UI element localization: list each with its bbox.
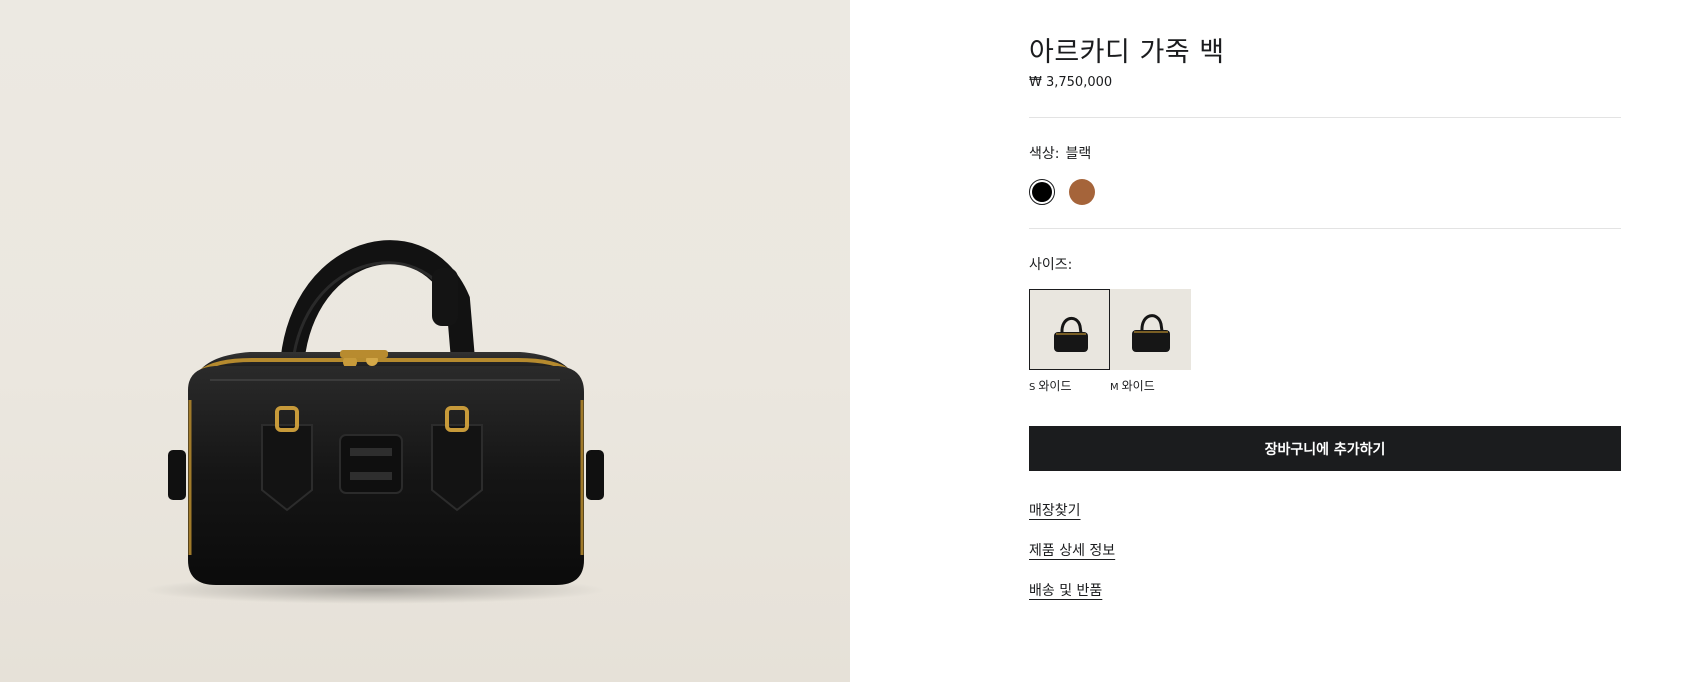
color-label-row: 색상: 블랙 [1029,143,1091,163]
product-title: 아르카디 가죽 백 [1029,37,1225,68]
handbag-image [145,240,605,604]
size-thumbnail [1110,289,1191,370]
color-swatch-black[interactable] [1029,179,1055,205]
add-to-cart-button[interactable]: 장바구니에 추가하기 [1029,426,1621,471]
shipping-returns-link[interactable]: 배송 및 반품 [1029,580,1102,600]
size-thumbnail [1029,289,1110,370]
handbag-thumbnail-icon [1132,314,1170,352]
size-option-m[interactable]: M 와이드 [1110,289,1191,394]
find-store-link[interactable]: 매장찾기 [1029,500,1081,520]
black-swatch-dot [1032,182,1052,202]
color-selected-value: 블랙 [1065,146,1092,162]
product-image[interactable] [0,0,850,682]
size-option-label: M 와이드 [1110,379,1155,393]
size-label-row: 사이즈: [1029,254,1072,274]
divider [1029,228,1621,229]
handbag-thumbnail-icon [1054,316,1088,352]
divider [1029,117,1621,118]
product-price: ₩ 3,750,000 [1029,75,1113,90]
product-details-link[interactable]: 제품 상세 정보 [1029,540,1115,560]
size-option-label: S 와이드 [1029,379,1072,393]
brown-swatch-dot [1069,179,1095,205]
size-label: 사이즈: [1029,257,1073,273]
color-swatch-brown[interactable] [1069,179,1095,205]
size-option-s[interactable]: S 와이드 [1029,289,1110,394]
color-label: 색상: [1029,146,1060,162]
